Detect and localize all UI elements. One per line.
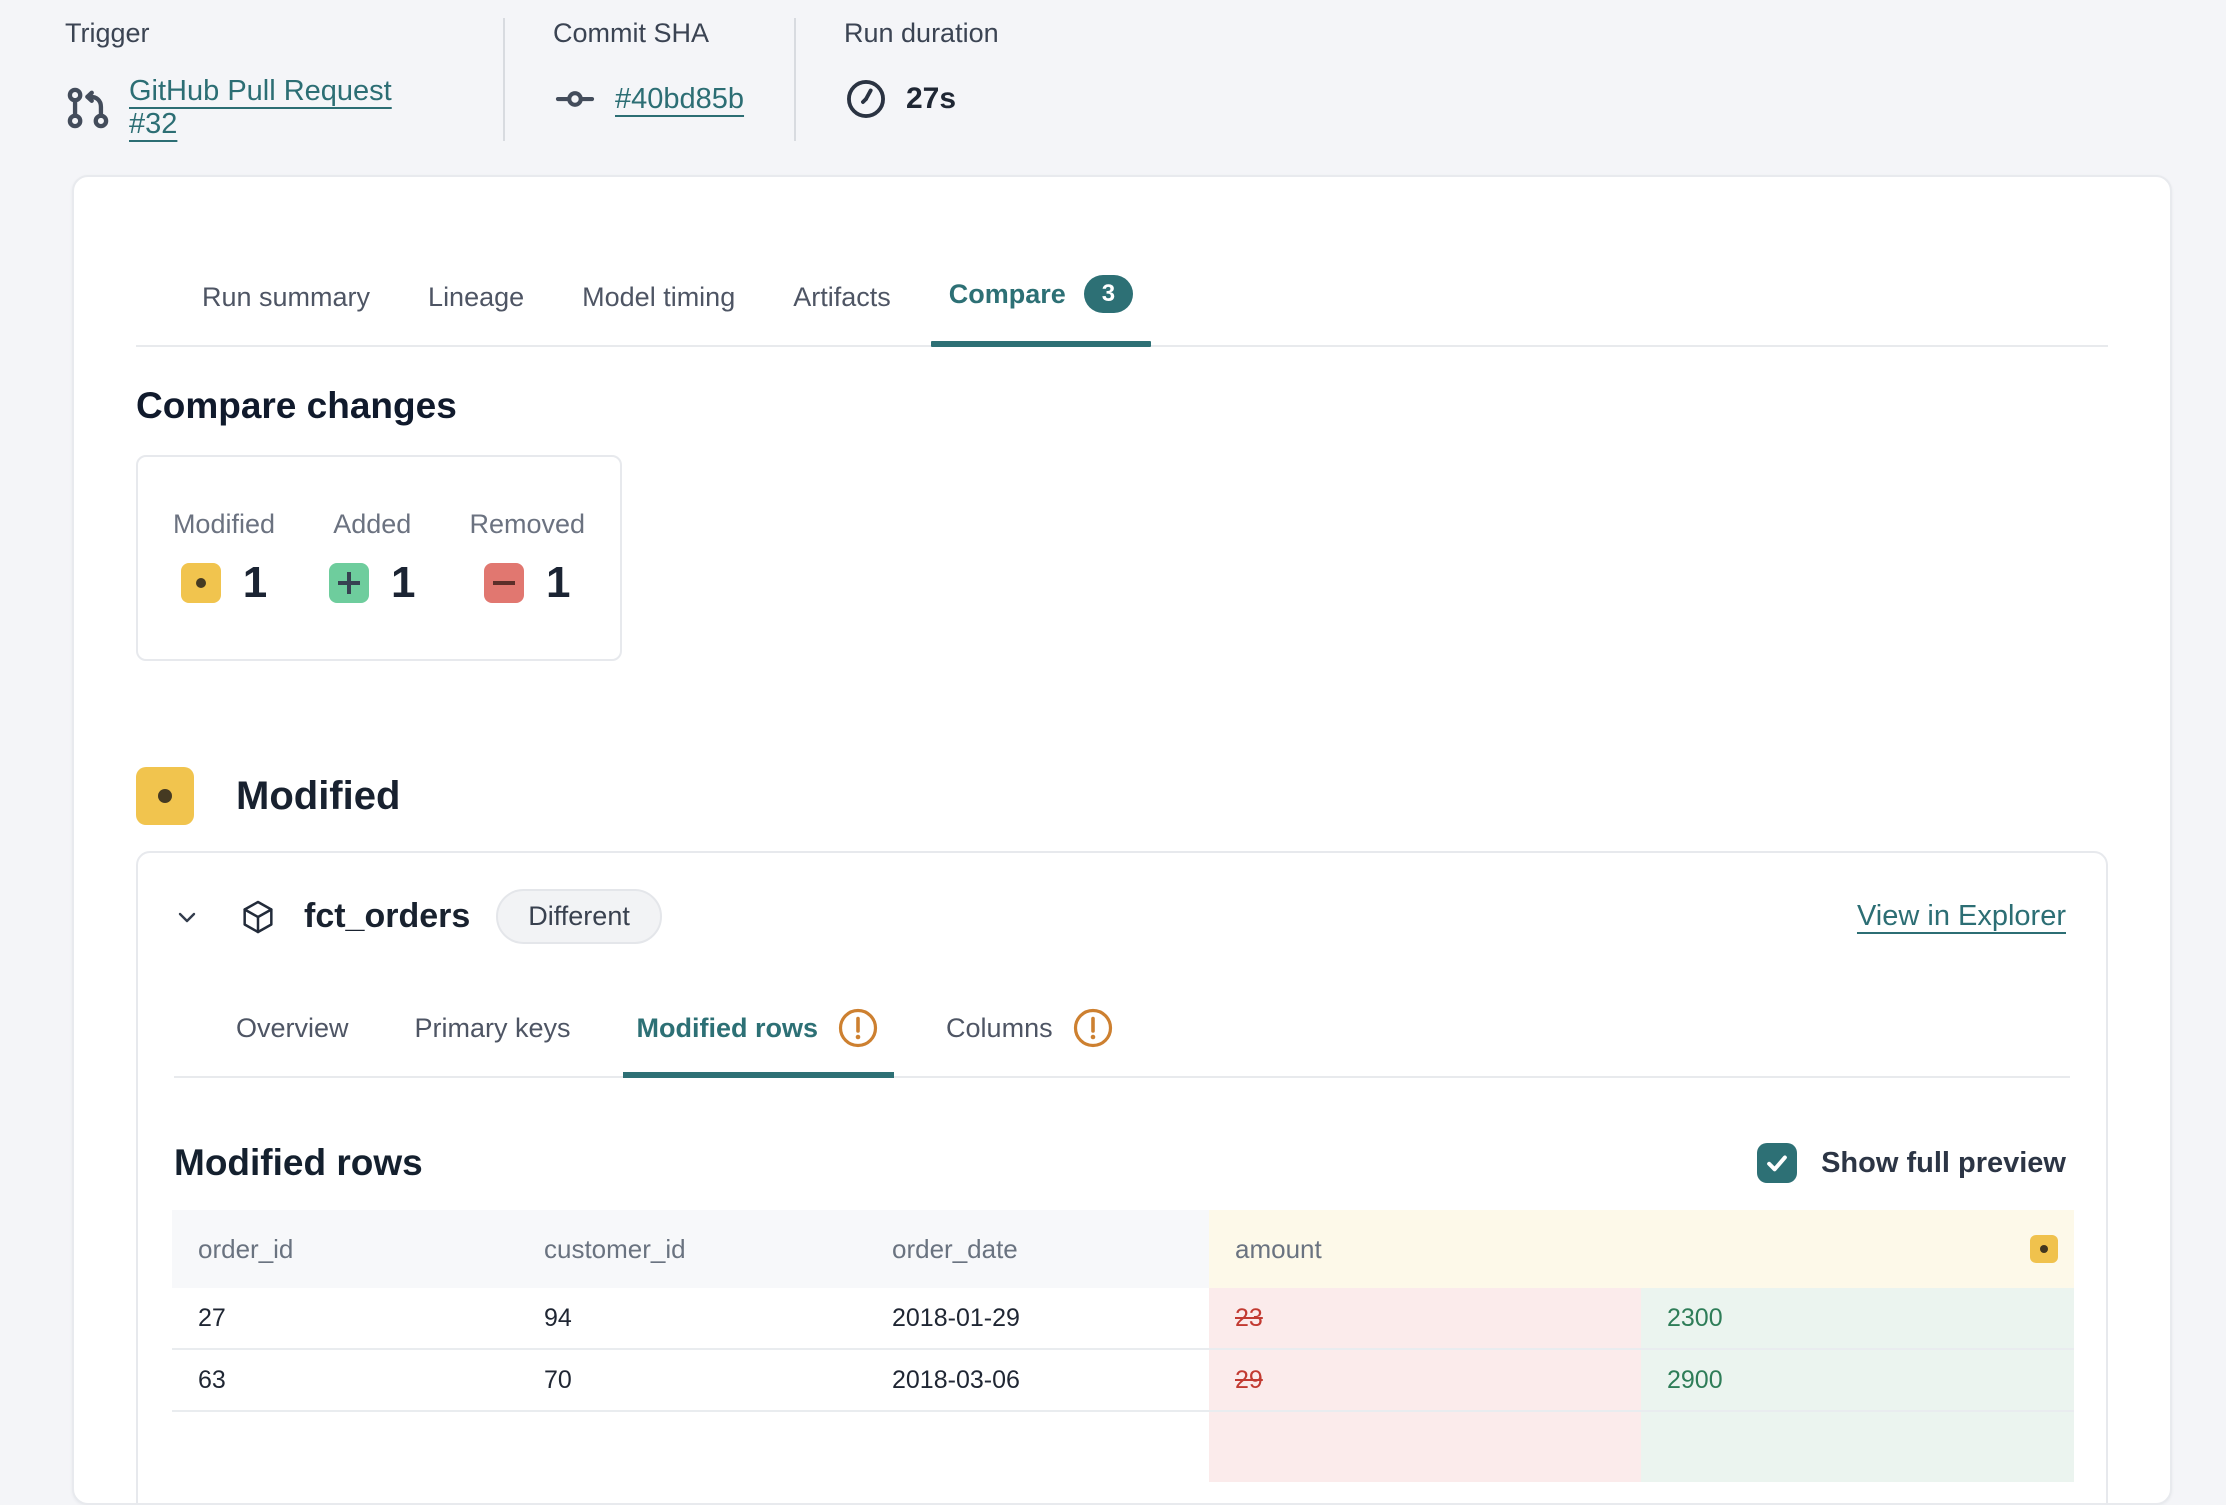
modified-section-title: Modified (236, 774, 400, 819)
cell-order-date (866, 1412, 1209, 1482)
added-plus-icon (329, 563, 369, 603)
cell-customer-id: 70 (518, 1350, 866, 1412)
modified-dot-icon (181, 563, 221, 603)
run-tabs: Run summary Lineage Model timing Artifac… (136, 177, 2108, 347)
tab-model-timing[interactable]: Model timing (582, 282, 735, 345)
cell-customer-id: 94 (518, 1288, 866, 1350)
warning-icon (836, 1006, 880, 1050)
stat-removed: Removed 1 (469, 509, 585, 608)
cell-amount-old: 29 (1209, 1350, 1641, 1412)
modified-rows-header: Modified rows Show full preview (174, 1142, 2066, 1184)
tab-lineage[interactable]: Lineage (428, 282, 524, 345)
column-header-amount: amount (1209, 1210, 2074, 1288)
warning-icon (1071, 1006, 1115, 1050)
cell-amount-old: 23 (1209, 1288, 1641, 1350)
subtab-overview[interactable]: Overview (236, 1006, 349, 1076)
commit-sha-label: Commit SHA (553, 18, 794, 49)
run-duration-label: Run duration (844, 18, 999, 49)
cell-order-date: 2018-03-06 (866, 1350, 1209, 1412)
stat-modified-label: Modified (173, 509, 275, 540)
duration-meta: Run duration 27s (796, 18, 999, 141)
view-in-explorer-link[interactable]: View in Explorer (1857, 900, 2066, 933)
commit-icon (553, 77, 597, 121)
clock-icon (844, 77, 888, 121)
trigger-meta: Trigger GitHub Pull Request #32 (65, 18, 505, 141)
cell-customer-id (518, 1412, 866, 1482)
commit-meta: Commit SHA #40bd85b (505, 18, 796, 141)
tab-compare[interactable]: Compare 3 (949, 275, 1133, 345)
checkbox-checked-icon[interactable] (1757, 1143, 1797, 1183)
pull-request-icon (65, 85, 111, 131)
column-header-order-date: order_date (866, 1210, 1209, 1288)
commit-sha-link[interactable]: #40bd85b (615, 83, 744, 116)
stat-modified: Modified 1 (173, 509, 275, 608)
subtab-columns[interactable]: Columns (946, 1006, 1115, 1076)
modified-section-header: Modified (136, 767, 2108, 825)
subtab-modified-rows[interactable]: Modified rows (637, 1006, 881, 1076)
cell-amount-new: 2900 (1641, 1350, 2074, 1412)
cell-amount-new: 2300 (1641, 1288, 2074, 1350)
model-card-header: fct_orders Different View in Explorer (138, 853, 2106, 944)
modified-rows-title: Modified rows (174, 1142, 423, 1184)
chevron-down-icon[interactable] (172, 902, 202, 932)
cell-order-id: 63 (172, 1350, 518, 1412)
modified-dot-icon (136, 767, 194, 825)
show-full-preview-toggle[interactable]: Show full preview (1757, 1143, 2066, 1183)
tab-run-summary[interactable]: Run summary (202, 282, 370, 345)
column-header-customer-id: customer_id (518, 1210, 866, 1288)
column-header-order-id: order_id (172, 1210, 518, 1288)
tab-artifacts[interactable]: Artifacts (793, 282, 891, 345)
model-card-fct-orders: fct_orders Different View in Explorer Ov… (136, 851, 2108, 1505)
cell-order-id: 27 (172, 1288, 518, 1350)
compare-summary-card: Modified 1 Added 1 Removed 1 (136, 455, 622, 661)
model-cube-icon (238, 897, 278, 937)
cell-amount-new (1641, 1412, 2074, 1482)
cell-amount-old (1209, 1412, 1641, 1482)
subtab-primary-keys[interactable]: Primary keys (415, 1006, 571, 1076)
trigger-link[interactable]: GitHub Pull Request #32 (129, 75, 443, 141)
trigger-label: Trigger (65, 18, 443, 49)
stat-added: Added 1 (329, 509, 415, 608)
removed-minus-icon (484, 563, 524, 603)
run-duration-value: 27s (906, 82, 956, 116)
compare-changes-title: Compare changes (136, 385, 2108, 427)
cell-order-date: 2018-01-29 (866, 1288, 1209, 1350)
stat-removed-count: 1 (546, 558, 570, 608)
modified-rows-table: order_id customer_id order_date amount 2… (172, 1210, 2074, 1482)
run-meta-bar: Trigger GitHub Pull Request #32 Commit S… (65, 18, 999, 141)
stat-added-count: 1 (391, 558, 415, 608)
cell-order-id (172, 1412, 518, 1482)
stat-added-label: Added (333, 509, 411, 540)
run-detail-card: Run summary Lineage Model timing Artifac… (72, 175, 2172, 1505)
stat-removed-label: Removed (469, 509, 585, 540)
show-full-preview-label: Show full preview (1821, 1147, 2066, 1180)
model-subtabs: Overview Primary keys Modified rows Colu… (174, 944, 2070, 1078)
compare-count-badge: 3 (1084, 275, 1133, 313)
modified-column-dot-icon (2030, 1235, 2058, 1263)
stat-modified-count: 1 (243, 558, 267, 608)
model-name: fct_orders (304, 897, 470, 936)
status-badge: Different (496, 889, 662, 944)
